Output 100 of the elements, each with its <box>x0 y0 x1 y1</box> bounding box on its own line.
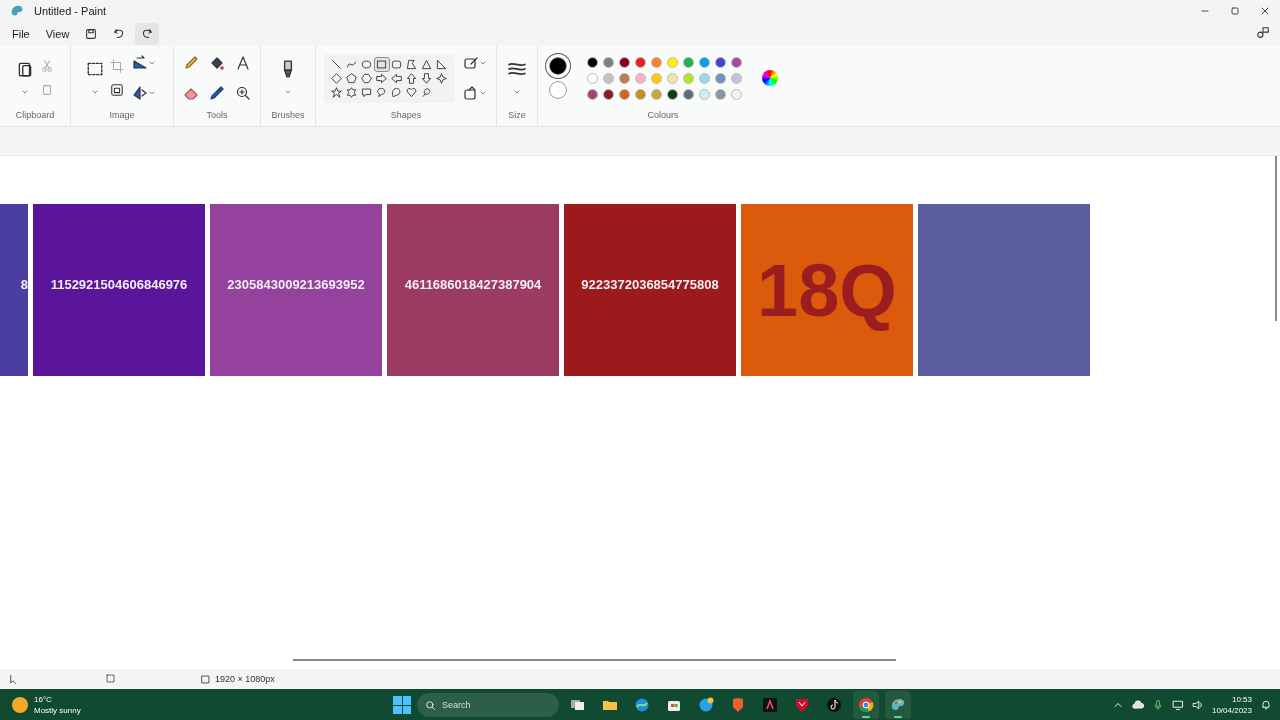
shape-icon[interactable] <box>344 85 359 99</box>
shape-icon[interactable] <box>434 57 449 71</box>
colour-swatch[interactable] <box>602 88 614 100</box>
dropdown-icon[interactable] <box>513 88 521 96</box>
app-icon <box>826 697 842 713</box>
notification-icon[interactable] <box>1260 699 1272 711</box>
shape-icon[interactable] <box>344 71 359 85</box>
shape-icon[interactable] <box>359 57 374 71</box>
colour-swatch[interactable] <box>618 56 630 68</box>
shape-icon[interactable] <box>389 57 404 71</box>
close-icon[interactable] <box>1259 5 1271 17</box>
colour-swatch[interactable] <box>682 88 694 100</box>
taskbar-app[interactable] <box>853 691 879 719</box>
shape-icon[interactable] <box>419 71 434 85</box>
search-icon <box>425 699 436 711</box>
dropdown-icon[interactable] <box>478 59 487 67</box>
maximize-icon[interactable] <box>1229 5 1241 17</box>
primary-colour[interactable] <box>548 57 567 75</box>
colour-swatch[interactable] <box>618 72 630 84</box>
app-icon <box>762 697 778 713</box>
colour-swatch[interactable] <box>618 88 630 100</box>
start-icon[interactable] <box>393 696 411 714</box>
fill-icon[interactable] <box>209 55 225 71</box>
shape-icon[interactable] <box>419 57 434 71</box>
shape-icon[interactable] <box>329 71 344 85</box>
network-icon[interactable] <box>1171 699 1184 711</box>
shape-icon[interactable] <box>374 57 389 71</box>
colour-swatch[interactable] <box>682 56 694 68</box>
zoom-icon[interactable] <box>235 85 251 101</box>
shape-icon[interactable] <box>329 85 344 99</box>
dropdown-icon[interactable] <box>148 89 156 97</box>
colour-swatch[interactable] <box>666 72 678 84</box>
microphone-icon[interactable] <box>1151 699 1164 711</box>
dropdown-icon[interactable] <box>91 88 99 96</box>
share-icon[interactable] <box>1256 26 1270 40</box>
menu-item[interactable]: File <box>6 24 36 44</box>
shape-icon[interactable] <box>434 71 449 85</box>
shape-icon[interactable] <box>404 57 419 71</box>
colour-swatch[interactable] <box>682 72 694 84</box>
colour-swatch[interactable] <box>586 88 598 100</box>
resize-icon[interactable] <box>110 83 124 97</box>
colour-swatch[interactable] <box>666 56 678 68</box>
colour-swatch[interactable] <box>586 56 598 68</box>
flip-icon[interactable] <box>132 85 148 101</box>
colour-swatch[interactable] <box>650 56 662 68</box>
search-field[interactable]: Search <box>417 693 559 717</box>
redo-icon[interactable] <box>140 27 155 41</box>
app-icon <box>858 697 874 713</box>
horizontal-scrollbar[interactable] <box>293 659 896 661</box>
shape-icon[interactable] <box>389 71 404 85</box>
colour-swatch[interactable] <box>698 56 710 68</box>
dropdown-icon[interactable] <box>478 89 487 97</box>
save-icon[interactable] <box>84 27 99 41</box>
colour-swatch[interactable] <box>634 56 646 68</box>
group-label: Shapes <box>390 110 422 122</box>
clock-time: 10:53 <box>1231 694 1252 705</box>
shape-fill-icon[interactable] <box>462 85 479 101</box>
colour-swatch[interactable] <box>714 88 726 100</box>
colour-swatch[interactable] <box>714 56 726 68</box>
colour-swatch[interactable] <box>602 56 614 68</box>
colour-swatch[interactable] <box>634 88 646 100</box>
select-icon[interactable] <box>86 60 104 78</box>
colour-swatch[interactable] <box>666 88 678 100</box>
outline-icon[interactable] <box>462 55 479 71</box>
colour-swatch[interactable] <box>714 72 726 84</box>
pencil-icon[interactable] <box>183 55 199 71</box>
shape-icon[interactable] <box>374 71 389 85</box>
shape-icon[interactable] <box>359 85 374 99</box>
cloud-icon[interactable] <box>1131 699 1144 711</box>
colour-swatch[interactable] <box>698 88 710 100</box>
tile-number: 4611686018427387904 <box>404 276 542 294</box>
dropdown-icon[interactable] <box>21 88 29 96</box>
colour-swatch[interactable] <box>730 88 742 100</box>
colour-swatch[interactable] <box>602 72 614 84</box>
shape-icon[interactable] <box>329 57 344 71</box>
shape-icon[interactable] <box>404 71 419 85</box>
rotate-icon[interactable] <box>132 55 148 71</box>
volume-icon[interactable] <box>1191 699 1204 711</box>
colour-swatch[interactable] <box>698 72 710 84</box>
weather-icon[interactable] <box>12 697 28 713</box>
colour-swatch[interactable] <box>730 72 742 84</box>
group-label: Image <box>109 110 135 122</box>
vertical-scrollbar[interactable] <box>1275 156 1277 321</box>
paste-icon[interactable] <box>16 60 34 78</box>
dropdown-icon[interactable] <box>284 88 292 96</box>
colour-swatch[interactable] <box>634 72 646 84</box>
dropdown-icon[interactable] <box>148 59 156 67</box>
picker-icon[interactable] <box>209 85 225 101</box>
size-icon[interactable] <box>508 60 526 78</box>
secondary-colour[interactable] <box>548 81 567 99</box>
text-icon[interactable] <box>235 55 251 71</box>
menu-item[interactable]: View <box>39 24 76 44</box>
taskbar-app[interactable] <box>885 691 911 719</box>
shape-icon[interactable] <box>359 71 374 85</box>
colour-swatch[interactable] <box>650 72 662 84</box>
shape-icon[interactable] <box>404 85 419 99</box>
colour-swatch[interactable] <box>650 88 662 100</box>
colour-swatch[interactable] <box>586 72 598 84</box>
colour-swatch[interactable] <box>730 56 742 68</box>
colour-wheel-icon[interactable] <box>761 70 778 86</box>
